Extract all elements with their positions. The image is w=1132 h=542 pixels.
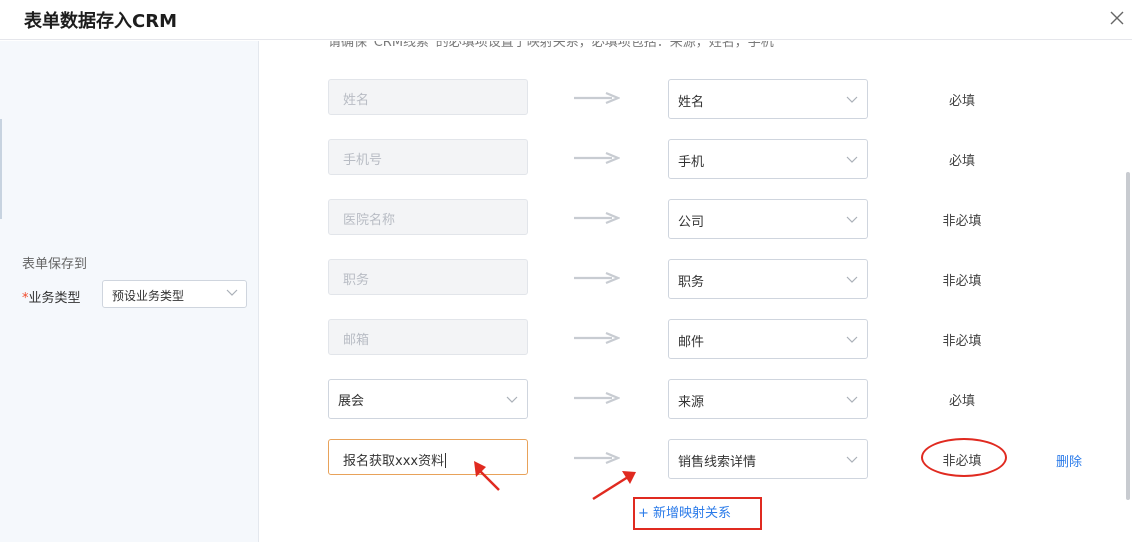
annotation-ellipse	[921, 438, 1007, 477]
source-field-name: 姓名	[328, 79, 528, 115]
arrow-right-icon	[574, 212, 620, 224]
business-type-value: 预设业务类型	[112, 289, 185, 303]
target-select-name[interactable]: 姓名	[668, 79, 868, 119]
target-field-label: 职务	[678, 275, 705, 290]
target-select-company[interactable]: 公司	[668, 199, 868, 239]
target-field-label: 姓名	[678, 95, 705, 110]
arrow-right-icon	[574, 392, 620, 404]
arrow-right-icon	[574, 452, 620, 464]
source-field-label: 邮箱	[343, 333, 370, 348]
scrollbar[interactable]	[1126, 172, 1130, 500]
target-select-lead-detail[interactable]: 销售线索详情	[668, 439, 868, 479]
chevron-down-icon	[846, 456, 858, 463]
source-field-email: 邮箱	[328, 319, 528, 355]
business-type-select[interactable]: 预设业务类型	[102, 280, 247, 308]
arrow-right-icon	[574, 332, 620, 344]
text-caret	[445, 453, 447, 468]
required-status: 非必填	[942, 274, 982, 289]
source-field-label: 姓名	[343, 93, 370, 108]
required-status: 非必填	[942, 334, 982, 349]
mapping-area: 请确保“CRM线索”的必填项设置了映射关系，必填项包括：来源，姓名，手机 姓名 …	[260, 41, 1132, 542]
arrow-right-icon	[574, 272, 620, 284]
target-select-position[interactable]: 职务	[668, 259, 868, 299]
arrow-right-icon	[574, 92, 620, 104]
chevron-down-icon	[846, 396, 858, 403]
source-field-label: 展会	[338, 394, 365, 409]
chevron-down-icon	[506, 396, 518, 403]
required-status: 必填	[948, 94, 975, 109]
target-field-label: 公司	[678, 215, 705, 230]
arrow-right-icon	[574, 152, 620, 164]
source-field-hospital: 医院名称	[328, 199, 528, 235]
annotation-arrow-icon	[474, 461, 500, 491]
source-select-exhibition[interactable]: 展会	[328, 379, 528, 419]
source-input-value: 报名获取xxx资料	[343, 454, 445, 469]
source-field-phone: 手机号	[328, 139, 528, 175]
source-field-label: 医院名称	[343, 213, 396, 228]
source-field-position: 职务	[328, 259, 528, 295]
business-type-label: *业务类型	[22, 287, 81, 306]
source-field-label: 手机号	[343, 153, 383, 168]
target-field-label: 邮件	[678, 335, 705, 350]
chevron-down-icon	[846, 216, 858, 223]
chevron-down-icon	[846, 156, 858, 163]
target-select-email[interactable]: 邮件	[668, 319, 868, 359]
target-field-label: 来源	[678, 395, 705, 410]
chevron-down-icon	[226, 289, 238, 296]
save-to-label: 表单保存到	[22, 257, 88, 272]
chevron-down-icon	[846, 96, 858, 103]
required-status: 必填	[948, 154, 975, 169]
left-panel: 表单保存到 *业务类型 预设业务类型	[0, 41, 259, 542]
target-field-label: 手机	[678, 155, 705, 170]
target-field-label: 销售线索详情	[678, 455, 757, 470]
annotation-arrow-icon	[592, 471, 636, 501]
chevron-down-icon	[846, 276, 858, 283]
business-type-label-text: 业务类型	[28, 291, 81, 306]
delete-mapping-button[interactable]: 删除	[1056, 451, 1082, 470]
close-icon[interactable]	[1106, 7, 1128, 29]
required-status: 必填	[948, 394, 975, 409]
target-select-source[interactable]: 来源	[668, 379, 868, 419]
crm-save-dialog: 表单数据存入CRM 表单保存到 *业务类型 预设业务类型 请确保“CRM线索”的…	[0, 0, 1132, 542]
source-field-label: 职务	[343, 273, 370, 288]
annotation-box	[633, 497, 762, 530]
chevron-down-icon	[846, 336, 858, 343]
required-status: 非必填	[942, 214, 982, 229]
dialog-title: 表单数据存入CRM	[24, 11, 177, 32]
mapping-note: 请确保“CRM线索”的必填项设置了映射关系，必填项包括：来源，姓名，手机	[328, 41, 774, 50]
dialog-header: 表单数据存入CRM	[0, 0, 1132, 40]
target-select-phone[interactable]: 手机	[668, 139, 868, 179]
